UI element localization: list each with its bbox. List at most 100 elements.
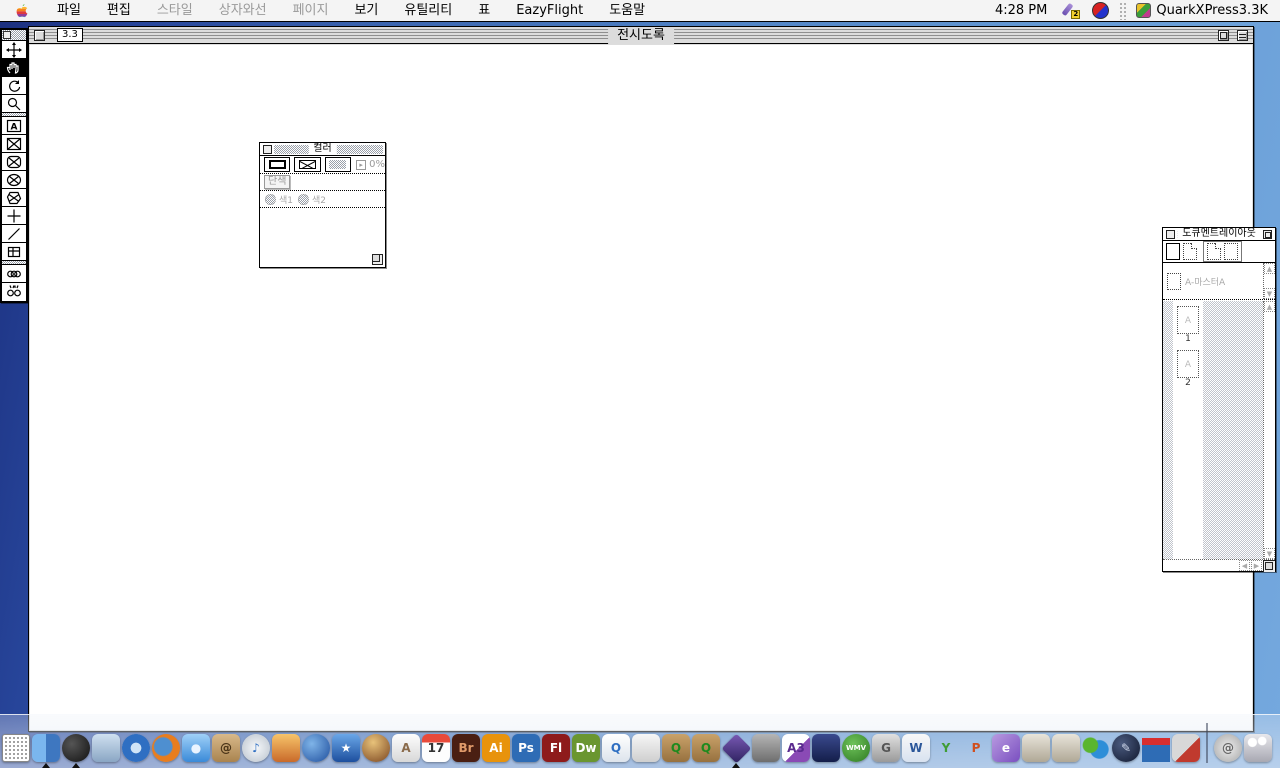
zoom-box[interactable] [1218,30,1229,41]
quarkxpress-app-icon[interactable] [1136,3,1151,18]
dock-entourage-icon[interactable]: e [992,733,1020,763]
master-page-row[interactable]: A-마스터A ▲ ▼ [1163,263,1275,300]
dock-chart-app-icon[interactable] [1142,733,1170,763]
scroll-up-icon[interactable]: ▲ [1264,301,1275,312]
document-canvas[interactable] [30,45,1252,730]
close-box[interactable] [34,30,45,41]
dock-mail-bird-app-icon[interactable] [92,733,120,763]
master-page-a-icon[interactable] [1207,243,1221,260]
rounded-picture-box-tool[interactable] [2,153,26,171]
box-color-button[interactable] [294,157,320,172]
dogear-page-icon[interactable] [1183,243,1197,260]
close-icon[interactable] [1166,230,1175,239]
dock-ms-word-icon[interactable]: W [902,733,930,763]
table-tool[interactable] [2,243,26,261]
dock-quark-installer-1-icon[interactable]: Q [662,733,690,763]
unlinking-tool[interactable] [2,283,26,301]
colors-palette[interactable]: 컬러 ▸ 0% 단색 색1 색2 [259,142,386,268]
orthogonal-line-tool[interactable] [2,207,26,225]
colors-palette-titlebar[interactable]: 컬러 [260,143,385,156]
document-titlebar[interactable]: 3.3 전시도록 [29,27,1253,44]
resize-grow-icon[interactable] [1263,560,1275,572]
dock-itunes-icon[interactable]: ♪ [242,733,270,763]
dock-droplet-utility-2-icon[interactable] [1052,733,1080,763]
blank-page-icon[interactable] [1166,243,1180,260]
collapse-box[interactable] [1237,30,1248,41]
dock-dvd-player-icon[interactable] [302,733,330,763]
linking-tool[interactable] [2,265,26,283]
shade-dropdown[interactable]: ▸ 0% [356,159,385,170]
polygon-picture-box-tool[interactable] [2,189,26,207]
dock-garageband-icon[interactable] [362,733,390,763]
dock-imovie-icon[interactable]: ★ [332,733,360,763]
dock-droplet-utility-1-icon[interactable] [1022,733,1050,763]
color-swatch-색1[interactable]: 색1 [265,193,293,206]
page-column[interactable]: A1 A2 [1173,301,1203,559]
master-scrollbar[interactable]: ▲ ▼ [1263,263,1275,299]
zoom-tool[interactable] [2,95,26,113]
input-method-pencil-icon[interactable]: 2 [1063,2,1080,19]
scroll-left-icon[interactable]: ◀ [1239,560,1250,571]
dock-iphoto-icon[interactable] [272,733,300,763]
menu-item-편집[interactable]: 편집 [94,0,144,21]
scroll-up-icon[interactable]: ▲ [1264,263,1275,274]
dock-cocktail-utility-icon[interactable] [1172,733,1200,763]
zoom-icon[interactable] [1263,230,1272,239]
menu-clock[interactable]: 4:28 PM [985,3,1057,18]
dock-ms-powerpoint-icon[interactable]: P [962,733,990,763]
dock-apple-white-app-icon[interactable] [632,733,660,763]
tool-palette[interactable]: A [0,28,28,303]
close-icon[interactable] [3,31,11,39]
dock-adobe-illustrator-icon[interactable]: Ai [482,733,510,763]
dock-font-a3-app-icon[interactable]: A3 [782,733,810,763]
menu-item-표[interactable]: 표 [465,0,503,21]
pages-vertical-scrollbar[interactable]: ▲ ▼ [1263,301,1275,559]
item-tool[interactable] [2,41,26,59]
dock-textedit-icon[interactable]: A [392,733,420,763]
pages-horizontal-scrollbar[interactable]: ◀ ▶ [1163,559,1275,571]
content-tool[interactable] [2,59,26,77]
page-thumbnail-icon[interactable]: A [1177,350,1199,378]
dock-adobe-dreamweaver-icon[interactable]: Dw [572,733,600,763]
scroll-right-icon[interactable]: ▶ [1251,560,1262,571]
rect-picture-box-tool[interactable] [2,135,26,153]
dock-trash-full-icon[interactable] [1244,733,1272,763]
page-item-2[interactable]: A2 [1177,350,1199,389]
dock-adobe-photoshop-icon[interactable]: Ps [512,733,540,763]
menu-item-파일[interactable]: 파일 [44,0,94,21]
korean-input-swirl-icon[interactable] [1092,2,1109,19]
line-tool[interactable] [2,225,26,243]
frame-color-button[interactable] [264,157,290,172]
dock-finder-icon[interactable] [32,733,60,763]
dock-safari-icon[interactable] [122,733,150,763]
dock-ical-icon[interactable]: 17 [422,733,450,763]
page-item-1[interactable]: A1 [1177,306,1199,345]
menu-item-EazyFlight[interactable]: EazyFlight [503,0,596,21]
dock-toolbox-app-icon[interactable] [812,733,840,763]
dock-quarkxpress-icon[interactable] [722,733,750,763]
color-swatch-색2[interactable]: 색2 [298,193,326,206]
dock-firefox-icon[interactable] [152,733,180,763]
dock-adobe-flash-icon[interactable]: Fl [542,733,570,763]
dock-quark-installer-2-icon[interactable]: Q [692,733,720,763]
close-icon[interactable] [263,145,272,154]
dock-mail-at-app-icon[interactable]: @ [1214,733,1242,763]
dock-quicktime-icon[interactable]: Q [602,733,630,763]
dock-address-book-icon[interactable]: @ [212,733,240,763]
dock-dashboard-icon[interactable] [62,733,90,763]
dock-appleworks-icon[interactable]: ✎ [1112,733,1140,763]
rotation-tool[interactable] [2,77,26,95]
master-page-blank-icon[interactable] [1224,243,1238,260]
shade-fill-button[interactable] [325,157,351,172]
scroll-down-icon[interactable]: ▼ [1264,548,1275,559]
dock-msn-messenger-icon[interactable] [1082,733,1110,763]
menu-item-유틸리티[interactable]: 유틸리티 [391,0,465,21]
pages-area[interactable]: A1 A2 ▲ ▼ [1163,301,1275,559]
layout-palette-titlebar[interactable]: 도큐멘트레이아웃 [1163,228,1275,241]
menu-item-도움말[interactable]: 도움말 [596,0,658,21]
resize-grow-icon[interactable] [372,254,383,265]
solid-color-button[interactable]: 단색 [264,175,290,189]
page-thumbnail-icon[interactable]: A [1177,306,1199,334]
document-layout-palette[interactable]: 도큐멘트레이아웃 A-마스터A ▲ ▼ A1 A2 ▲ ▼ [1162,227,1276,572]
text-box-tool[interactable]: A [2,117,26,135]
